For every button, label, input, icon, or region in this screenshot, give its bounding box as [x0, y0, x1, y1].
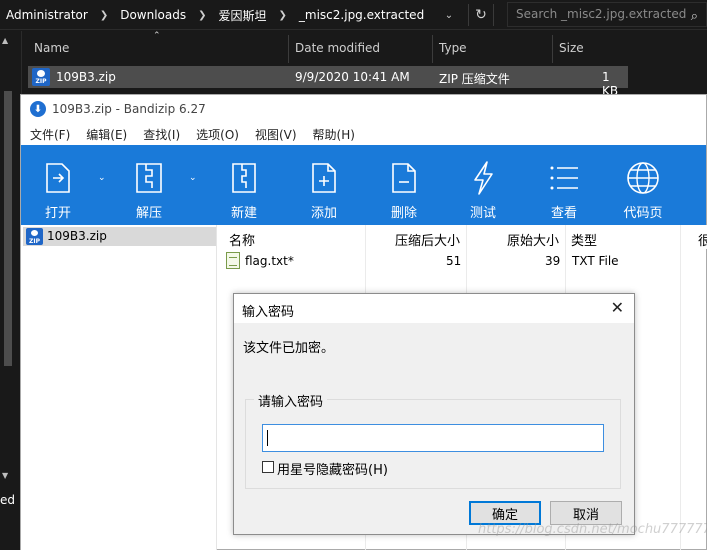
- view-label: 查看: [550, 206, 577, 221]
- archive-file-type: TXT File: [572, 254, 619, 268]
- tree-item-label: 109B3.zip: [47, 229, 107, 243]
- lightning-icon: [474, 161, 493, 195]
- tree-item-archive[interactable]: ZIP 109B3.zip: [23, 227, 216, 246]
- test-label: 测试: [469, 206, 496, 221]
- header-type[interactable]: 类型: [571, 230, 597, 249]
- explorer-address-bar: Administrator ❯ Downloads ❯ 爱因斯坦 ❯ _misc…: [0, 0, 707, 30]
- menu-options[interactable]: 选项(O): [194, 123, 241, 145]
- open-dropdown-icon[interactable]: ⌄: [98, 173, 106, 183]
- header-name[interactable]: 名称: [229, 230, 255, 249]
- column-header: ⌃ Name Date modified Type Size: [22, 31, 707, 64]
- delete-button[interactable]: 删除: [384, 145, 424, 225]
- sort-ascending-icon: ⌃: [153, 31, 161, 41]
- header-extra[interactable]: 很: [698, 230, 707, 249]
- column-name[interactable]: Name: [34, 41, 69, 55]
- archive-file-row[interactable]: flag.txt* 51 39 TXT File: [218, 250, 707, 272]
- test-button[interactable]: 测试: [463, 145, 503, 225]
- column-divider[interactable]: [432, 35, 433, 63]
- search-input[interactable]: Search _misc2.jpg.extracted ⌕: [507, 2, 707, 27]
- toolbar: 打开 ⌄ 解压 ⌄ 新建 添加 删除 测试 查看 代码页: [21, 145, 706, 225]
- breadcrumb-downloads[interactable]: Downloads: [114, 8, 192, 22]
- breadcrumb-administrator[interactable]: Administrator: [0, 8, 94, 22]
- file-type: ZIP 压缩文件: [439, 72, 510, 86]
- zip-file-icon: ZIP: [26, 228, 43, 245]
- new-archive-icon: [232, 163, 256, 193]
- header-original-size[interactable]: 原始大小: [507, 230, 559, 249]
- archive-file-compressed: 51: [446, 254, 462, 268]
- menu-view[interactable]: 视图(V): [253, 123, 299, 145]
- breadcrumb-folder[interactable]: 爱因斯坦: [213, 7, 273, 24]
- extract-dropdown-icon[interactable]: ⌄: [189, 173, 197, 183]
- add-label: 添加: [310, 206, 337, 221]
- zip-file-icon: ZIP: [32, 68, 50, 86]
- codepage-label: 代码页: [623, 206, 663, 221]
- navigation-pane: ▲ ▼ ed: [0, 31, 22, 507]
- close-icon[interactable]: ✕: [611, 298, 624, 317]
- file-list-header: 名称 压缩后大小 原始大小 类型 很: [218, 225, 707, 550]
- hide-password-checkbox[interactable]: [262, 461, 274, 473]
- column-date-modified[interactable]: Date modified: [295, 41, 380, 55]
- list-view-icon: [550, 166, 578, 190]
- open-button[interactable]: 打开: [38, 145, 78, 225]
- column-divider[interactable]: [552, 35, 553, 63]
- menu-bar: 文件(F) 编辑(E) 查找(I) 选项(O) 视图(V) 帮助(H): [21, 123, 706, 145]
- scrollbar-thumb[interactable]: [4, 91, 12, 366]
- menu-file[interactable]: 文件(F): [28, 123, 72, 145]
- address-dropdown-icon[interactable]: ⌄: [438, 4, 460, 26]
- breadcrumb-current[interactable]: _misc2.jpg.extracted: [293, 8, 430, 22]
- dialog-message: 该文件已加密。: [243, 341, 335, 356]
- delete-file-icon: [392, 163, 416, 193]
- password-input[interactable]: [262, 424, 604, 452]
- file-date: 9/9/2020 10:41 AM: [295, 70, 410, 84]
- watermark: https://blog.csdn.net/mochu7777777: [478, 522, 707, 537]
- file-name: 109B3.zip: [56, 70, 116, 84]
- breadcrumb: Administrator ❯ Downloads ❯ 爱因斯坦 ❯ _misc…: [0, 0, 430, 30]
- menu-help[interactable]: 帮助(H): [311, 123, 357, 145]
- password-dialog: 输入密码 ✕ 该文件已加密。 请输入密码 用星号隐藏密码(H) 确定 取消: [233, 293, 635, 535]
- delete-label: 删除: [390, 206, 417, 221]
- header-compressed-size[interactable]: 压缩后大小: [395, 230, 460, 249]
- refresh-icon[interactable]: ↻: [468, 4, 494, 26]
- globe-icon: [627, 162, 659, 194]
- bandizip-titlebar[interactable]: ⬇ 109B3.zip - Bandizip 6.27: [21, 95, 706, 123]
- password-group-label: 请输入密码: [254, 391, 328, 410]
- dialog-title: 输入密码: [242, 305, 295, 320]
- archive-file-name: flag.txt*: [245, 254, 294, 268]
- column-type[interactable]: Type: [439, 41, 467, 55]
- new-label: 新建: [230, 206, 257, 221]
- bandizip-logo-icon: ⬇: [30, 101, 46, 117]
- menu-find[interactable]: 查找(I): [141, 123, 182, 145]
- file-row[interactable]: ZIP 109B3.zip 9/9/2020 10:41 AM ZIP 压缩文件…: [28, 66, 628, 98]
- chevron-right-icon[interactable]: ❯: [94, 10, 114, 21]
- dialog-titlebar[interactable]: 输入密码 ✕: [234, 294, 634, 323]
- password-group: 请输入密码 用星号隐藏密码(H): [245, 391, 621, 489]
- view-button[interactable]: 查看: [544, 145, 584, 225]
- nav-item-label: ed: [0, 493, 15, 507]
- extract-zipper-icon: [136, 163, 162, 193]
- hide-password-label[interactable]: 用星号隐藏密码(H): [277, 459, 388, 478]
- chevron-right-icon[interactable]: ❯: [273, 10, 293, 21]
- text-caret: [267, 430, 268, 446]
- text-file-icon: [226, 252, 240, 269]
- open-label: 打开: [44, 206, 71, 221]
- scroll-up-icon[interactable]: ▲: [2, 36, 8, 45]
- add-button[interactable]: 添加: [304, 145, 344, 225]
- add-file-icon: [312, 163, 336, 193]
- open-archive-icon: [46, 163, 70, 193]
- column-divider[interactable]: [288, 35, 289, 63]
- extract-button[interactable]: 解压: [129, 145, 169, 225]
- search-placeholder: Search _misc2.jpg.extracted: [516, 7, 687, 21]
- scroll-down-icon[interactable]: ▼: [2, 471, 8, 480]
- chevron-right-icon[interactable]: ❯: [192, 10, 212, 21]
- column-divider[interactable]: [680, 225, 681, 550]
- archive-tree: ZIP 109B3.zip: [21, 225, 217, 550]
- menu-edit[interactable]: 编辑(E): [84, 123, 129, 145]
- archive-file-original: 39: [545, 254, 561, 268]
- search-icon: ⌕: [690, 9, 698, 24]
- new-archive-button[interactable]: 新建: [224, 145, 264, 225]
- codepage-button[interactable]: 代码页: [621, 145, 665, 225]
- window-title: 109B3.zip - Bandizip 6.27: [52, 102, 206, 116]
- column-size[interactable]: Size: [559, 41, 584, 55]
- extract-label: 解压: [135, 206, 162, 221]
